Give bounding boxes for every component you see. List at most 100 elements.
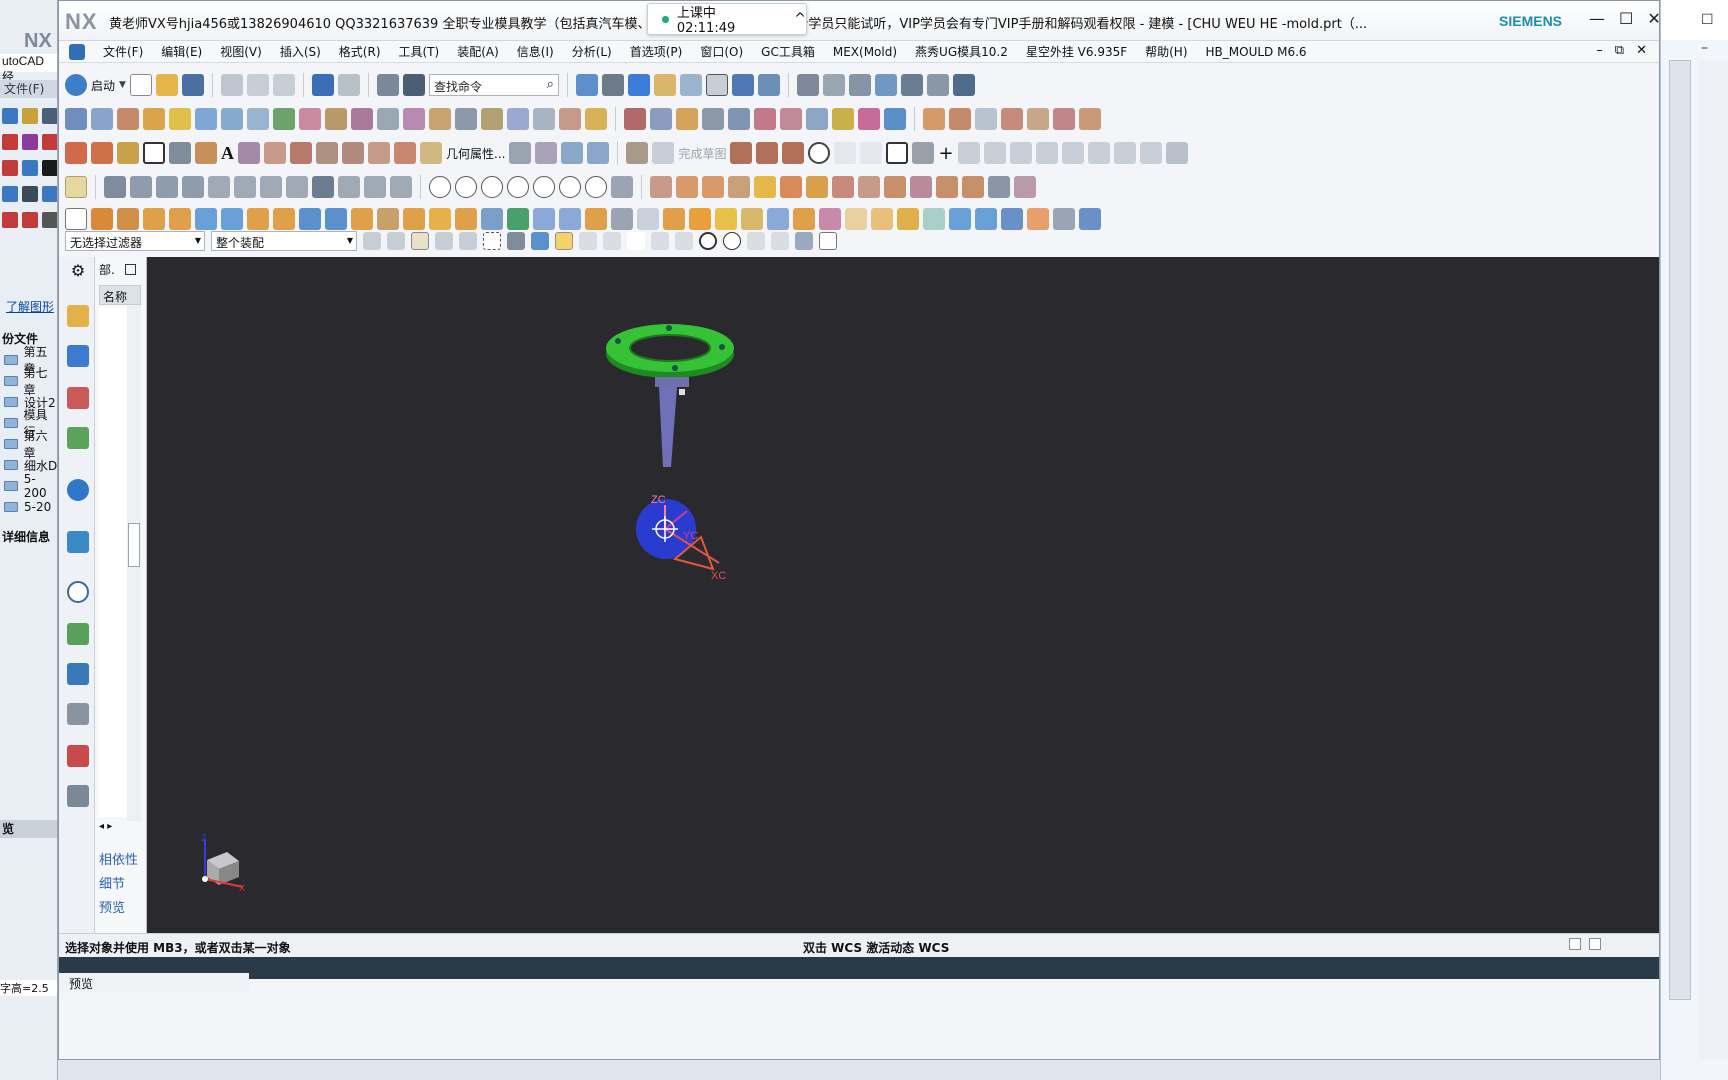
menu-file[interactable]: 文件(F) — [95, 43, 153, 60]
doc-minimize-button[interactable]: – — [1596, 43, 1603, 58]
surface-tool-icon[interactable] — [780, 108, 802, 130]
finish-sketch-button[interactable]: 完成草图 — [678, 145, 726, 162]
column-header-name[interactable]: 名称 — [99, 285, 141, 305]
type-filter-select[interactable]: 无选择过滤器 ▼ — [65, 231, 205, 251]
mold-tool-icon[interactable] — [234, 176, 256, 198]
maximize-button[interactable]: ☐ — [1619, 9, 1633, 28]
curve-tool-icon[interactable] — [264, 142, 286, 164]
move-object-icon[interactable] — [757, 74, 780, 96]
surface-tool-icon[interactable] — [1079, 108, 1101, 130]
mold-tool-icon[interactable] — [429, 176, 451, 198]
text-icon[interactable]: A — [221, 143, 234, 164]
menu-preferences[interactable]: 首选项(P) — [622, 43, 693, 60]
bg-tool-icon[interactable] — [2, 108, 18, 124]
menu-analysis[interactable]: 分析(L) — [564, 43, 622, 60]
snap-tool-icon[interactable] — [459, 232, 477, 250]
open-folder-icon[interactable] — [155, 74, 178, 96]
feature-tool-icon[interactable] — [754, 176, 776, 198]
sketch-icon[interactable] — [626, 142, 649, 164]
recording-badge[interactable]: 上课中 02:11:49 ^ — [647, 3, 807, 36]
sketch-circle-icon[interactable] — [808, 142, 831, 164]
sketch-tool-icon[interactable] — [1035, 142, 1058, 164]
menu-gc-toolkit[interactable]: GC工具箱 — [753, 43, 825, 60]
polygon-icon[interactable] — [169, 142, 191, 164]
fit-view-icon[interactable] — [575, 74, 598, 96]
navigator-list[interactable] — [99, 307, 127, 817]
surface-tool-icon[interactable] — [559, 108, 581, 130]
mold-tool-icon[interactable] — [481, 176, 503, 198]
snap-tool-icon[interactable] — [531, 232, 549, 250]
horizontal-scroll-arrows[interactable]: ◂ ▸ — [99, 821, 112, 832]
details-link[interactable]: 细节 — [99, 873, 143, 892]
layer-icon[interactable] — [376, 74, 399, 96]
curve-tool-icon[interactable] — [316, 142, 338, 164]
surface-tool-icon[interactable] — [949, 108, 971, 130]
bg-folder-item[interactable]: 5-20 — [0, 497, 57, 517]
surface-tool-icon[interactable] — [429, 108, 451, 130]
bg-tool-icon[interactable] — [2, 212, 18, 228]
start-icon[interactable] — [65, 74, 87, 96]
bg-learn-link[interactable]: 了解图形 — [6, 298, 54, 315]
geometry-properties-button[interactable]: 几何属性... — [446, 145, 505, 162]
process-studio-icon[interactable] — [67, 663, 89, 685]
surface-tool-icon[interactable] — [533, 108, 555, 130]
surface-tool-icon[interactable] — [650, 108, 672, 130]
feature-tool-icon[interactable] — [702, 176, 724, 198]
background-icon[interactable] — [705, 74, 728, 96]
part-navigator-icon[interactable] — [67, 387, 89, 409]
surface-tool-icon[interactable] — [1027, 108, 1049, 130]
menu-yanxiu[interactable]: 燕秀UG模具10.2 — [907, 43, 1018, 60]
rectangle-icon[interactable] — [143, 142, 165, 164]
show-hide-icon[interactable] — [731, 74, 754, 96]
status-icon[interactable] — [1589, 938, 1601, 950]
mold-tool-icon[interactable] — [585, 176, 607, 198]
mold-tool-icon[interactable] — [312, 176, 334, 198]
surface-tool-icon[interactable] — [754, 108, 776, 130]
surface-tool-icon[interactable] — [195, 108, 217, 130]
copy-icon[interactable] — [246, 74, 269, 96]
mold-tool-icon[interactable] — [611, 176, 633, 198]
arc-icon[interactable] — [91, 142, 113, 164]
sketch-arc-icon[interactable] — [782, 142, 805, 164]
mold-tool-icon[interactable] — [507, 176, 529, 198]
surface-tool-icon[interactable] — [299, 108, 321, 130]
bg-file-menu[interactable]: 文件(F) — [0, 80, 57, 98]
feature-tool-icon[interactable] — [988, 176, 1010, 198]
feature-tool-icon[interactable] — [676, 176, 698, 198]
bg-right-controls[interactable]: ☐ – — [1701, 6, 1714, 62]
shaft[interactable] — [655, 377, 689, 467]
sketch-rectangle-icon[interactable] — [886, 142, 909, 164]
model-canvas[interactable]: ZC YC XC Z X — [147, 257, 1659, 933]
sketch-line-icon[interactable] — [756, 142, 779, 164]
surface-tool-icon[interactable] — [624, 108, 646, 130]
grid-icon[interactable] — [926, 74, 949, 96]
mold-tool-icon[interactable] — [65, 176, 87, 198]
new-file-icon[interactable] — [129, 74, 152, 96]
doc-close-button[interactable]: ✕ — [1636, 43, 1647, 58]
mold-tool-icon[interactable] — [286, 176, 308, 198]
bg-tool-icon[interactable] — [2, 186, 18, 202]
mold-tool-icon[interactable] — [208, 176, 230, 198]
surface-tool-icon[interactable] — [1053, 108, 1075, 130]
surface-tool-icon[interactable] — [585, 108, 607, 130]
bg-tool-icon[interactable] — [2, 134, 18, 150]
snap-tool-icon[interactable] — [651, 232, 669, 250]
minimize-button[interactable]: — — [1589, 9, 1605, 28]
start-button[interactable]: 启动 — [91, 77, 115, 94]
undo-icon[interactable] — [311, 74, 334, 96]
flange-ring[interactable] — [606, 324, 734, 378]
sketch-tool-icon[interactable] — [1061, 142, 1084, 164]
surface-tool-icon[interactable] — [221, 108, 243, 130]
surface-tool-icon[interactable] — [143, 108, 165, 130]
mold-tool-icon[interactable] — [559, 176, 581, 198]
surface-tool-icon[interactable] — [481, 108, 503, 130]
menu-tools[interactable]: 工具(T) — [391, 43, 450, 60]
surface-tool-icon[interactable] — [702, 108, 724, 130]
doc-restore-button[interactable]: ⧉ — [1615, 43, 1624, 58]
sketch-point-icon[interactable]: + — [938, 143, 953, 164]
snap-tool-icon[interactable] — [723, 232, 741, 250]
feature-tool-icon[interactable] — [910, 176, 932, 198]
select-box-icon[interactable] — [483, 232, 501, 250]
save-icon[interactable] — [181, 74, 204, 96]
menu-format[interactable]: 格式(R) — [331, 43, 391, 60]
